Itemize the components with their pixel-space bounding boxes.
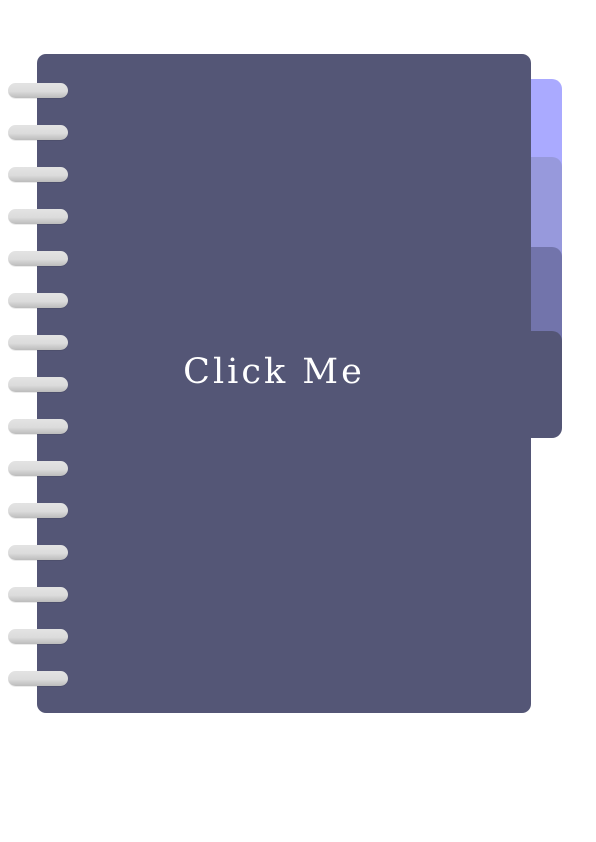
spiral-ring-icon [8,83,68,98]
spiral-ring-icon [8,545,68,560]
spiral-ring-icon [8,503,68,518]
spiral-ring-icon [8,167,68,182]
spiral-ring-icon [8,377,68,392]
spiral-ring-icon [8,419,68,434]
spiral-ring-icon [8,293,68,308]
spiral-ring-icon [8,461,68,476]
spiral-ring-icon [8,587,68,602]
spiral-ring-icon [8,209,68,224]
click-me-label: Click Me [183,351,365,392]
notebook: Click Me [0,0,596,842]
spiral-ring-icon [8,629,68,644]
spiral-ring-icon [8,125,68,140]
click-me-button[interactable]: Click Me [37,54,531,713]
spiral-ring-icon [8,335,68,350]
spiral-ring-icon [8,251,68,266]
spiral-ring-icon [8,671,68,686]
